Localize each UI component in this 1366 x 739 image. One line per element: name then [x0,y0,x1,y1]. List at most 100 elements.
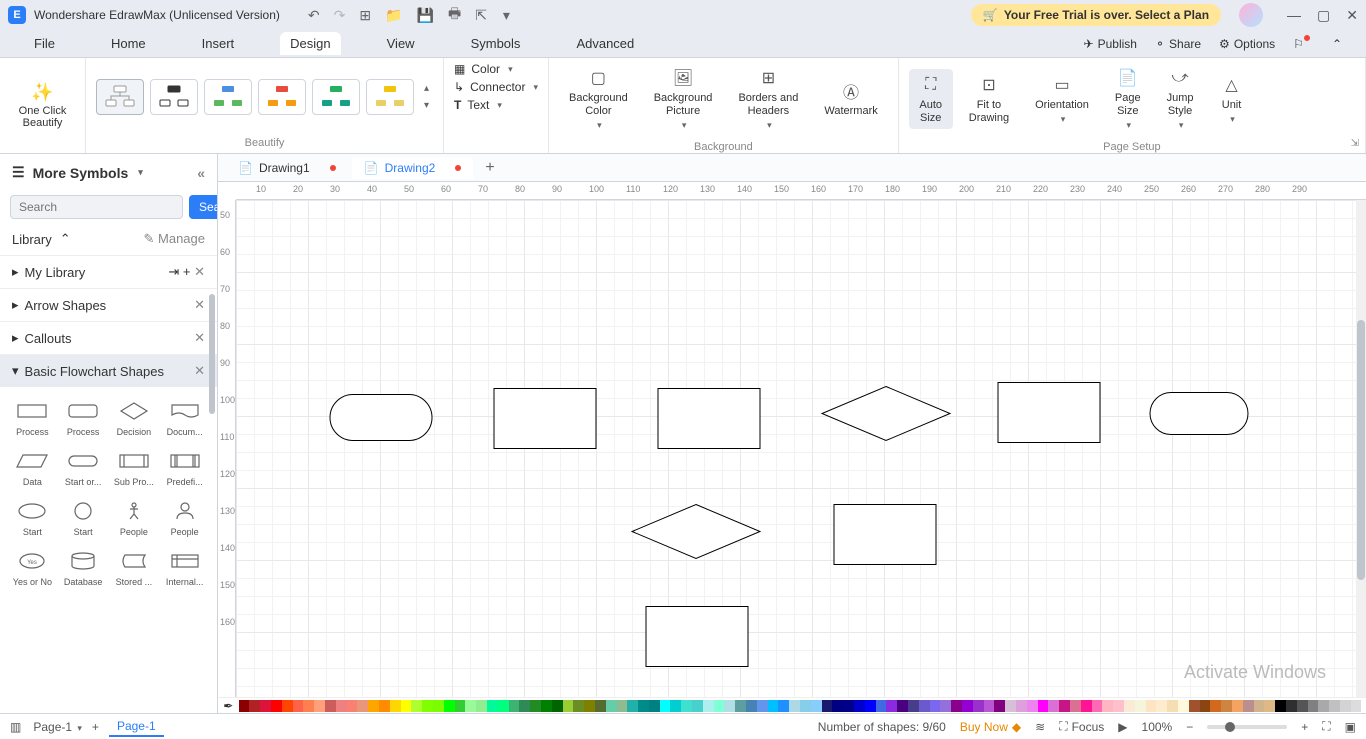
shape-people-bust[interactable]: People [160,493,209,541]
color-swatch[interactable] [584,700,595,712]
fit-page-icon[interactable]: ⛶ [1322,719,1330,734]
menu-view[interactable]: View [377,32,425,55]
focus-button[interactable]: ⛶ Focus [1059,719,1104,734]
open-icon[interactable]: 📁 [385,7,402,24]
color-swatch[interactable] [1286,700,1297,712]
theme-thumb-6[interactable] [366,79,414,115]
canvas[interactable]: Activate Windows [236,200,1366,713]
jump-style-button[interactable]: ⤻Jump Style▾ [1157,62,1204,135]
zoom-out-button[interactable]: − [1186,720,1193,734]
color-swatch[interactable] [1059,700,1070,712]
color-swatch[interactable] [962,700,973,712]
canvas-shape-rect[interactable] [998,383,1100,443]
color-swatch[interactable] [670,700,681,712]
color-swatch[interactable] [357,700,368,712]
menu-advanced[interactable]: Advanced [566,32,644,55]
theme-gallery-more[interactable]: ▴▾ [420,83,433,111]
color-swatch[interactable] [411,700,422,712]
library-up-icon[interactable]: ⌃ [60,231,71,247]
shape-decision[interactable]: Decision [110,393,159,441]
color-swatch[interactable] [854,700,865,712]
color-swatch[interactable] [994,700,1005,712]
shape-start-circle[interactable]: Start [59,493,108,541]
collapse-ribbon-icon[interactable]: ⌃ [1332,37,1342,51]
color-swatch[interactable] [1081,700,1092,712]
color-swatch[interactable] [1070,700,1081,712]
color-swatch[interactable] [1232,700,1243,712]
color-swatch[interactable] [1102,700,1113,712]
color-swatch[interactable] [476,700,487,712]
layers-icon[interactable]: ≋ [1035,720,1045,734]
color-swatch[interactable] [519,700,530,712]
zoom-level[interactable]: 100% [1142,720,1173,734]
color-swatch[interactable] [433,700,444,712]
canvas-shape-rect[interactable] [494,389,596,449]
color-swatch[interactable] [465,700,476,712]
close-section-icon[interactable]: ✕ [194,363,205,379]
theme-thumb-2[interactable] [150,79,198,115]
color-swatch[interactable] [552,700,563,712]
color-swatch[interactable] [1351,700,1362,712]
borders-headers-button[interactable]: ⊞Borders and Headers▾ [728,62,808,135]
shape-internal-storage[interactable]: Internal... [160,543,209,591]
add-page-button[interactable]: + [92,720,99,734]
shape-database[interactable]: Database [59,543,108,591]
color-swatch[interactable] [595,700,606,712]
sidebar-title[interactable]: More Symbols [33,165,129,181]
text-dropdown[interactable]: TText▾ [454,98,538,112]
color-swatch[interactable] [1113,700,1124,712]
color-swatch[interactable] [692,700,703,712]
color-swatch[interactable] [649,700,660,712]
section-arrow-shapes[interactable]: ▸ Arrow Shapes ✕ [0,288,217,321]
color-swatch[interactable] [617,700,628,712]
color-swatch[interactable] [984,700,995,712]
color-swatch[interactable] [444,700,455,712]
color-swatch[interactable] [1264,700,1275,712]
color-swatch[interactable] [1318,700,1329,712]
sidebar-collapse-icon[interactable]: « [197,165,205,181]
color-swatch[interactable] [811,700,822,712]
manage-button[interactable]: ✎ Manage [144,231,206,247]
color-swatch[interactable] [455,700,466,712]
shape-document[interactable]: Docum... [160,393,209,441]
canvas-scrollbar-v[interactable] [1356,200,1366,703]
color-swatch[interactable] [746,700,757,712]
sidebar-scrollbar[interactable] [209,294,215,414]
color-swatch[interactable] [1221,700,1232,712]
color-swatch[interactable] [293,700,304,712]
shape-subprocess[interactable]: Sub Pro... [110,443,159,491]
canvas-shape-decision[interactable] [632,505,760,559]
color-swatch[interactable] [1156,700,1167,712]
page-setup-expand-icon[interactable]: ⇲ [1351,138,1359,149]
color-swatch[interactable] [757,700,768,712]
save-icon[interactable]: 💾 [417,7,434,24]
tab-drawing1[interactable]: 📄Drawing1 [226,157,348,179]
color-swatch[interactable] [563,700,574,712]
color-swatch[interactable] [865,700,876,712]
maximize-icon[interactable]: ▢ [1317,7,1330,24]
color-swatch[interactable] [1254,700,1265,712]
canvas-shape-rect[interactable] [646,607,748,667]
color-swatch[interactable] [800,700,811,712]
color-swatch[interactable] [1329,700,1340,712]
color-swatch[interactable] [368,700,379,712]
color-swatch[interactable] [886,700,897,712]
close-section-icon[interactable]: ✕ [194,330,205,346]
page-selector[interactable]: Page-1 ▾ [33,720,82,734]
close-section-icon[interactable]: ✕ [194,297,205,313]
menu-design[interactable]: Design [280,32,340,55]
auto-size-button[interactable]: ⛶Auto Size [909,69,953,129]
zoom-slider[interactable] [1207,725,1287,729]
shape-process[interactable]: Process [8,393,57,441]
unit-button[interactable]: △Unit▾ [1210,69,1254,129]
color-swatch[interactable] [271,700,282,712]
presentation-icon[interactable]: ▶ [1118,720,1127,734]
print-icon[interactable]: 🖶 [448,3,461,27]
color-swatch[interactable] [908,700,919,712]
color-swatch[interactable] [703,700,714,712]
color-swatch[interactable] [638,700,649,712]
eyedropper-icon[interactable]: ✒ [222,699,235,713]
color-swatch[interactable] [735,700,746,712]
fullscreen-icon[interactable]: ▣ [1345,720,1356,734]
shape-process-rounded[interactable]: Process [59,393,108,441]
